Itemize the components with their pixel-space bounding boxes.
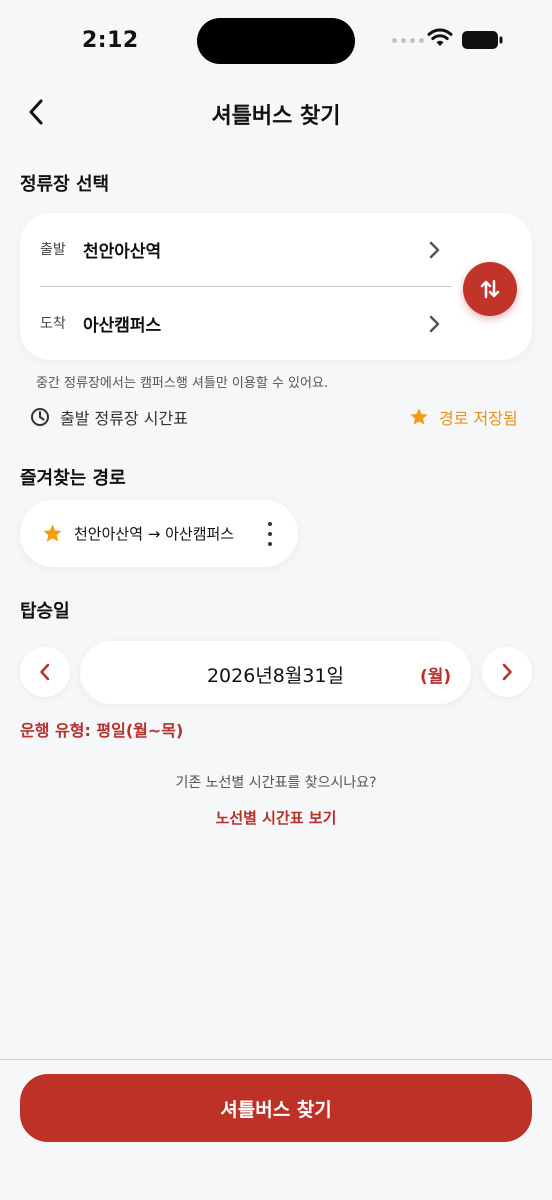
station-hint: 중간 정류장에서는 캠퍼스행 셔틀만 이용할 수 있어요.	[36, 376, 329, 391]
station-section-title: 정류장 선택	[20, 174, 110, 195]
timetable-label: 출발 정류장 시간표	[60, 409, 188, 428]
more-options-icon[interactable]	[260, 522, 280, 546]
favorite-route-label: 천안아산역 → 아산캠퍼스	[74, 525, 235, 543]
selected-date: 2026년8월31일	[206, 665, 345, 687]
swap-vertical-icon	[480, 279, 500, 299]
saved-route-label: 경로 저장됨	[439, 409, 518, 428]
route-timetable-link[interactable]: 노선별 시간표 보기	[0, 807, 552, 828]
bottom-divider	[0, 1059, 552, 1060]
swap-stations-button[interactable]	[463, 262, 517, 316]
status-bar: 2:12	[0, 0, 552, 80]
star-icon	[43, 524, 62, 542]
battery-icon	[462, 31, 503, 49]
chevron-right-icon	[429, 241, 440, 259]
departure-station-row[interactable]: 출발 천안아산역	[20, 219, 460, 279]
next-date-button[interactable]	[482, 647, 532, 697]
wifi-icon	[427, 28, 453, 46]
previous-date-button[interactable]	[20, 647, 70, 697]
chevron-right-icon	[429, 315, 440, 333]
service-type-label: 운행 유형: 평일(월~목)	[20, 721, 184, 740]
boarding-date-section-title: 탑승일	[20, 601, 70, 622]
arrival-tag: 도착	[40, 316, 66, 332]
chevron-left-icon	[40, 663, 50, 681]
clock-icon	[31, 408, 49, 426]
departure-station-name: 천안아산역	[83, 241, 162, 262]
arrival-station-name: 아산캠퍼스	[83, 315, 162, 336]
arrival-station-row[interactable]: 도착 아산캠퍼스	[20, 293, 460, 353]
date-selector[interactable]: 2026년8월31일 (월)	[80, 641, 471, 704]
status-time: 2:12	[82, 28, 139, 53]
dynamic-island	[197, 18, 355, 64]
header: 셔틀버스 찾기	[0, 84, 552, 140]
star-icon	[410, 408, 428, 425]
favorite-route-chip[interactable]: 천안아산역 → 아산캠퍼스	[20, 500, 298, 567]
page-title: 셔틀버스 찾기	[211, 104, 341, 129]
find-shuttle-button[interactable]: 셔틀버스 찾기	[20, 1074, 532, 1142]
departure-tag: 출발	[40, 242, 66, 258]
station-card: 출발 천안아산역 도착 아산캠퍼스	[20, 213, 532, 360]
signal-icon	[392, 38, 424, 43]
route-timetable-question: 기존 노선별 시간표를 찾으시나요?	[175, 775, 377, 791]
selected-weekday: (월)	[420, 667, 452, 687]
saved-route-toggle[interactable]: 경로 저장됨	[409, 405, 518, 429]
chevron-right-icon	[502, 663, 512, 681]
station-divider	[40, 286, 452, 287]
departure-timetable-link[interactable]: 출발 정류장 시간표	[30, 405, 188, 429]
favorites-section-title: 즐겨찾는 경로	[20, 468, 126, 489]
